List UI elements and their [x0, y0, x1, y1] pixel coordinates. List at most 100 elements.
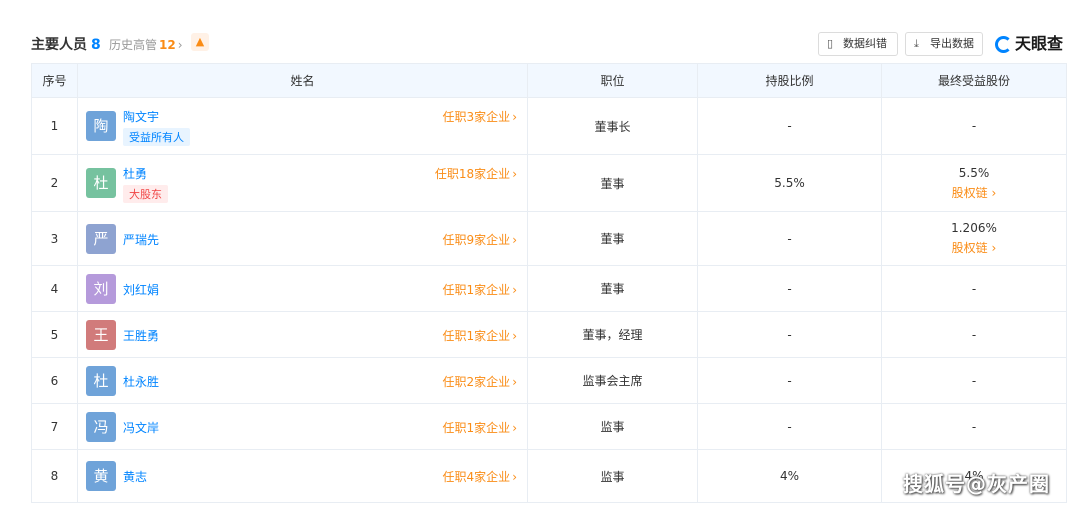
person-name-link[interactable]: 杜永胜 — [123, 373, 159, 390]
final-benefit-value: 5.5% — [958, 165, 990, 180]
chevron-right-icon: › — [512, 420, 517, 435]
shareholding-cell: - — [697, 265, 882, 312]
shareholding-cell: - — [697, 97, 882, 155]
position-cell: 董事长 — [527, 97, 698, 155]
final-benefit-cell: - — [881, 403, 1067, 450]
avatar: 杜 — [86, 168, 116, 198]
person-name-link[interactable]: 刘红娟 — [123, 281, 159, 298]
document-icon: ▯ — [827, 37, 834, 50]
name-cell: 黄黄志 任职4家企业 › — [77, 449, 528, 503]
final-benefit-cell: - — [881, 97, 1067, 155]
position-cell: 董事 — [527, 154, 698, 212]
positions-count-label: 任职1家企业 — [442, 282, 511, 297]
row-number: 4 — [31, 265, 78, 312]
row-number: 1 — [31, 97, 78, 155]
table-row: 1 陶陶文宇 受益所有人 任职3家企业 › 董事长 - - — [31, 97, 1067, 155]
positions-count-label: 任职3家企业 — [442, 110, 511, 124]
positions-count-label: 任职1家企业 — [442, 420, 511, 435]
shareholding-cell: - — [697, 357, 882, 404]
equity-chain-label: 股权链 — [951, 185, 988, 200]
avatar: 冯 — [86, 411, 116, 442]
name-cell: 杜杜永胜 任职2家企业 › — [77, 357, 528, 404]
final-benefit-cell: - — [881, 357, 1067, 404]
position-cell: 董事，经理 — [527, 311, 698, 358]
person-name-link[interactable]: 黄志 — [123, 468, 147, 485]
position-cell: 监事会主席 — [527, 357, 698, 404]
table-row: 5 王王胜勇 任职1家企业 › 董事，经理 - - — [31, 311, 1067, 358]
person-name-link[interactable]: 王胜勇 — [123, 327, 159, 344]
tianyancha-logo: 天眼查 — [995, 32, 1063, 56]
export-data-label: 导出数据 — [930, 37, 974, 50]
row-number: 5 — [31, 311, 78, 358]
history-count: 12 — [159, 38, 176, 52]
logo-text: 天眼查 — [1015, 34, 1064, 53]
positions-count-link[interactable]: 任职1家企业 › — [443, 327, 517, 344]
avatar: 黄 — [86, 461, 116, 491]
name-cell: 严严瑞先 任职9家企业 › — [77, 211, 528, 266]
positions-count-link[interactable]: 任职3家企业 › — [443, 108, 517, 125]
person-name-link[interactable]: 杜勇 — [123, 165, 147, 182]
position-cell: 董事 — [527, 211, 698, 266]
positions-count-label: 任职9家企业 — [442, 232, 511, 247]
data-correction-label: 数据纠错 — [843, 37, 887, 50]
section-header: 主要人员 8 历史高管 12 › ▲ ▯ 数据纠错 ⤓ 导出数据 天眼查 — [31, 30, 1066, 58]
section-title: 主要人员 8 — [31, 34, 101, 54]
download-icon: ⤓ — [914, 37, 919, 50]
final-benefit-value: - — [971, 119, 977, 133]
positions-count-link[interactable]: 任职4家企业 › — [443, 468, 517, 485]
chevron-right-icon: › — [512, 470, 517, 484]
positions-count-link[interactable]: 任职2家企业 › — [443, 373, 517, 390]
data-correction-button[interactable]: ▯ 数据纠错 — [818, 32, 898, 56]
table-row: 4 刘刘红娟 任职1家企业 › 董事 - - — [31, 265, 1067, 312]
personnel-count: 8 — [91, 37, 101, 53]
final-benefit-cell: - — [881, 265, 1067, 312]
avatar: 王 — [86, 319, 116, 350]
row-number: 2 — [31, 154, 78, 212]
positions-count-label: 任职18家企业 — [434, 167, 511, 181]
person-name-link[interactable]: 陶文宇 — [123, 108, 159, 125]
chevron-right-icon: › — [512, 374, 517, 389]
person-name-link[interactable]: 严瑞先 — [123, 231, 159, 248]
avatar: 陶 — [86, 111, 116, 141]
row-number: 7 — [31, 403, 78, 450]
column-header-shareholding: 持股比例 — [697, 63, 882, 98]
shareholding-cell: - — [697, 311, 882, 358]
table-header-row: 序号 姓名 职位 持股比例 最终受益股份 — [31, 63, 1067, 98]
chevron-right-icon: › — [512, 282, 517, 297]
personnel-table: 序号 姓名 职位 持股比例 最终受益股份 1 陶陶文宇 受益所有人 任职3家企业 › 董事… — [31, 63, 1067, 503]
history-executives-link[interactable]: 历史高管 12 › — [109, 36, 183, 53]
positions-count-label: 任职1家企业 — [442, 328, 511, 343]
person-name-link[interactable]: 冯文岸 — [123, 419, 159, 436]
positions-count-link[interactable]: 任职1家企业 › — [443, 281, 517, 298]
final-benefit-value: - — [971, 419, 977, 434]
positions-count-link[interactable]: 任职9家企业 › — [443, 231, 517, 248]
equity-chain-label: 股权链 — [951, 241, 988, 255]
row-number: 8 — [31, 449, 78, 503]
column-header-no: 序号 — [31, 63, 78, 98]
export-data-button[interactable]: ⤓ 导出数据 — [905, 32, 983, 56]
history-label: 历史高管 — [109, 38, 158, 52]
logo-mark-icon — [995, 36, 1012, 53]
name-cell: 王王胜勇 任职1家企业 › — [77, 311, 528, 358]
person-tag: 受益所有人 — [123, 128, 190, 146]
equity-chain-link[interactable]: 股权链 › — [882, 184, 1066, 201]
table-row: 3 严严瑞先 任职9家企业 › 董事 -1.206% 股权链 › — [31, 211, 1067, 266]
final-benefit-cell: - — [881, 311, 1067, 358]
chevron-right-icon: › — [512, 328, 517, 343]
avatar: 严 — [86, 223, 116, 254]
shareholding-cell: - — [697, 403, 882, 450]
position-cell: 董事 — [527, 265, 698, 312]
column-header-final-benefit: 最终受益股份 — [881, 63, 1067, 98]
section-title-label: 主要人员 — [31, 37, 87, 53]
watermark: 搜狐号@灰产圈 — [903, 472, 1050, 496]
equity-chain-link[interactable]: 股权链 › — [882, 239, 1066, 256]
positions-count-link[interactable]: 任职18家企业 › — [435, 165, 517, 182]
chevron-right-icon: › — [512, 232, 517, 247]
chevron-right-icon: › — [512, 110, 517, 124]
chevron-right-icon: › — [991, 241, 997, 255]
row-number: 6 — [31, 357, 78, 404]
bell-icon[interactable]: ▲ — [191, 33, 209, 51]
position-cell: 监事 — [527, 449, 698, 503]
positions-count-link[interactable]: 任职1家企业 › — [443, 419, 517, 436]
shareholding-cell: - — [697, 211, 882, 266]
